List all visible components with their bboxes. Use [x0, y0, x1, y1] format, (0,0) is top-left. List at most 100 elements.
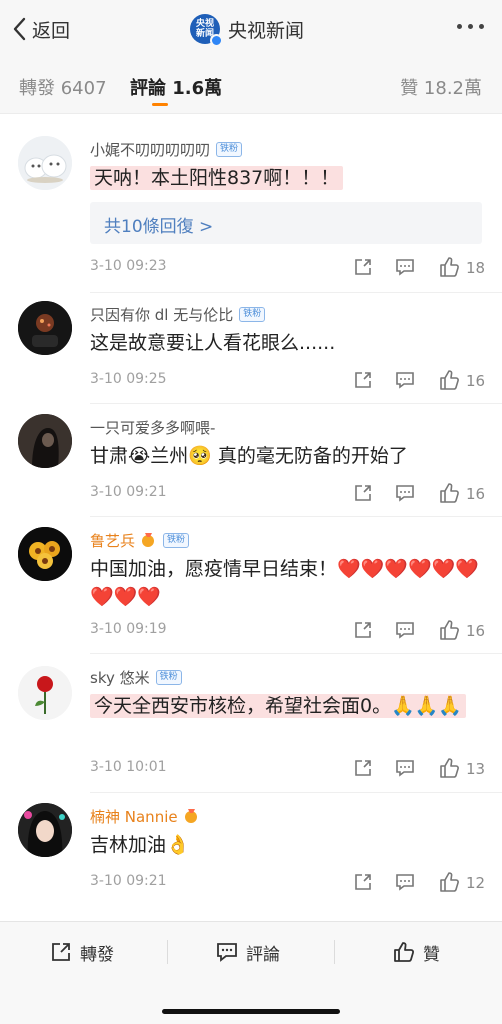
like-count: 12 — [466, 874, 486, 892]
bottom-action-bar: 轉發 評論 贊 — [0, 921, 502, 1024]
comment-button[interactable]: 評論 — [216, 938, 280, 966]
divider — [90, 292, 502, 293]
comment-text: 中国加油，愿疫情早日结束！❤️❤️❤️❤️❤️❤️❤️❤️❤️ — [90, 558, 479, 608]
timestamp: 3-10 10:01 — [90, 759, 167, 775]
timestamp: 3-10 09:21 — [90, 484, 167, 500]
comment-icon — [217, 943, 237, 962]
reply-icon[interactable] — [394, 369, 416, 391]
share-icon[interactable] — [352, 256, 374, 278]
share-icon[interactable] — [352, 482, 374, 504]
thumbs-up-icon[interactable] — [438, 757, 460, 779]
back-label: 返回 — [32, 19, 71, 42]
thumbs-up-icon — [394, 942, 415, 962]
replies-box[interactable]: 共10條回復 > — [90, 202, 482, 244]
comment-meta: 3-10 09:23 18 — [90, 256, 486, 278]
replies-link[interactable]: 共10條回復 > — [104, 212, 213, 237]
fan-medal-icon — [184, 809, 197, 823]
comment-meta: 3-10 09:21 16 — [90, 482, 486, 504]
thumbs-up-icon[interactable] — [438, 256, 460, 278]
comment-text-content: 今天全西安市核检，希望社会面0。🙏🙏🙏 — [90, 694, 467, 718]
comment-meta: 3-10 09:25 16 — [90, 369, 486, 391]
avatar[interactable] — [18, 527, 72, 581]
comment-text: 这是故意要让人看花眼么...... — [90, 332, 336, 354]
comment-meta: 3-10 09:21 12 — [90, 871, 486, 893]
comment-header: 鲁艺兵 铁粉 — [90, 529, 190, 551]
comment-text: 今天全西安市核检，希望社会面0。🙏🙏🙏 — [90, 692, 490, 720]
top-nav-bar: 返回 央视 新闻 央视新闻 — [0, 0, 502, 58]
fan-medal-icon — [142, 533, 155, 547]
comment-label: 評論 — [246, 944, 280, 965]
repost-icon — [52, 943, 70, 961]
repost-label: 轉發 — [80, 944, 114, 965]
divider — [334, 940, 335, 964]
reply-icon[interactable] — [394, 619, 416, 641]
tab-comment[interactable]: 評論 1.6萬 — [130, 74, 222, 100]
reply-icon[interactable] — [394, 757, 416, 779]
like-count: 16 — [466, 485, 486, 503]
reply-icon[interactable] — [394, 482, 416, 504]
verified-badge-icon — [210, 34, 223, 47]
thumbs-up-icon[interactable] — [438, 482, 460, 504]
like-label: 贊 — [423, 944, 440, 965]
account-logo: 央视 新闻 — [190, 14, 223, 47]
active-tab-indicator — [152, 103, 168, 106]
like-count: 16 — [466, 372, 486, 390]
avatar[interactable] — [18, 414, 72, 468]
username[interactable]: sky 悠米 — [90, 667, 150, 688]
thumbs-up-icon[interactable] — [438, 619, 460, 641]
tab-repost[interactable]: 轉發 6407 — [19, 74, 107, 100]
comment-meta: 3-10 09:19 16 — [90, 619, 486, 641]
back-button[interactable]: 返回 — [12, 14, 70, 44]
account-name: 央视新闻 — [228, 19, 305, 42]
comment-header: 小娓不叨叨叨叨叨 铁粉 — [90, 138, 243, 160]
comment-header: 楠神 Nannie — [90, 805, 200, 827]
comment-text: 甘肃😭兰州🥺 真的毫无防备的开始了 — [90, 445, 408, 467]
avatar[interactable] — [18, 136, 72, 190]
comment-text-content: 天呐！本土阳性837啊！！！ — [90, 166, 344, 190]
share-icon[interactable] — [352, 757, 374, 779]
comment-header: 只因有你 dl 无与伦比 铁粉 — [90, 303, 266, 325]
timestamp: 3-10 09:25 — [90, 371, 167, 387]
divider — [90, 403, 502, 404]
comment-header: sky 悠米 铁粉 — [90, 666, 182, 688]
like-button[interactable]: 贊 — [393, 938, 440, 966]
thumbs-up-icon[interactable] — [438, 871, 460, 893]
more-options-icon[interactable] — [457, 24, 484, 29]
comment-meta: 3-10 10:01 13 — [90, 757, 486, 779]
comment-header: 一只可爱多多啊喂- — [90, 416, 215, 438]
like-count: 16 — [466, 622, 486, 640]
timestamp: 3-10 09:19 — [90, 621, 167, 637]
divider — [90, 792, 502, 793]
repost-button[interactable]: 轉發 — [50, 938, 114, 966]
avatar[interactable] — [18, 803, 72, 857]
divider — [167, 940, 168, 964]
username[interactable]: 楠神 Nannie — [90, 806, 178, 827]
avatar[interactable] — [18, 666, 72, 720]
thumbs-up-icon[interactable] — [438, 369, 460, 391]
reply-icon[interactable] — [394, 871, 416, 893]
timestamp: 3-10 09:21 — [90, 873, 167, 889]
chevron-left-icon — [13, 17, 26, 41]
share-icon[interactable] — [352, 871, 374, 893]
like-count: 13 — [466, 760, 486, 778]
fan-badge: 铁粉 — [163, 532, 190, 548]
fan-badge: 铁粉 — [239, 306, 266, 322]
divider — [90, 516, 502, 517]
username[interactable]: 一只可爱多多啊喂- — [90, 417, 215, 438]
avatar[interactable] — [18, 301, 72, 355]
reply-icon[interactable] — [394, 256, 416, 278]
share-icon[interactable] — [352, 369, 374, 391]
tab-like[interactable]: 贊 18.2萬 — [400, 74, 482, 100]
account-header[interactable]: 央视 新闻 央视新闻 — [190, 13, 305, 47]
username[interactable]: 鲁艺兵 — [90, 530, 135, 551]
divider — [90, 653, 502, 654]
comment-text: 吉林加油👌 — [90, 834, 190, 856]
username[interactable]: 只因有你 dl 无与伦比 — [90, 304, 233, 325]
username[interactable]: 小娓不叨叨叨叨叨 — [90, 139, 210, 160]
fan-badge: 铁粉 — [155, 669, 182, 685]
like-count: 18 — [466, 259, 486, 277]
comment-text: 天呐！本土阳性837啊！！！ — [90, 164, 490, 192]
post-tabs: 轉發 6407 評論 1.6萬 贊 18.2萬 — [0, 58, 502, 114]
home-indicator[interactable] — [162, 1009, 340, 1014]
share-icon[interactable] — [352, 619, 374, 641]
